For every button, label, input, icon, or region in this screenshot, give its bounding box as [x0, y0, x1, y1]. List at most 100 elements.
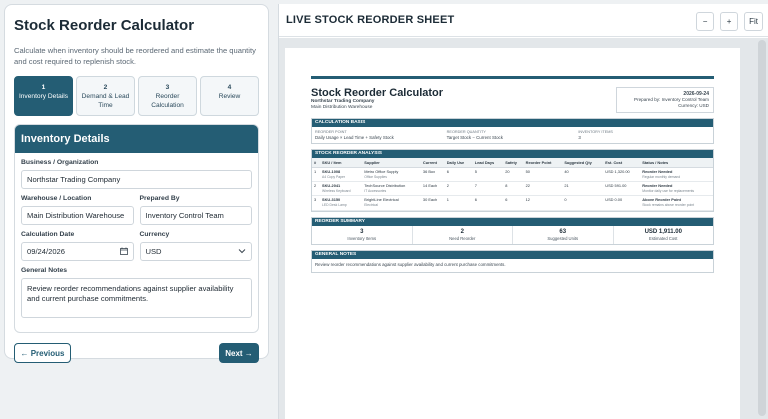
notes-field-group: General Notes Review reorder recommendat…	[21, 267, 252, 318]
reorder-sheet: Stock Reorder Calculator Northstar Tradi…	[285, 48, 740, 419]
sheet-title: Stock Reorder Calculator	[311, 87, 444, 99]
column-header: Reorder Point	[523, 158, 563, 168]
column-header: #	[312, 158, 321, 168]
step-tab-reorder-calculation[interactable]: 3 Reorder Calculation	[138, 76, 197, 116]
notes-textarea[interactable]: Review reorder recommendations against s…	[21, 278, 252, 318]
column-header: Est. Cost	[603, 158, 641, 168]
currency-select[interactable]: USD	[139, 242, 252, 261]
date-field-group: Calculation Date 09/24/2026	[21, 231, 134, 261]
preview-panel: LIVE STOCK REORDER SHEET − + Fit Stock R…	[278, 4, 768, 419]
section-heading: CALCULATION BASIS	[312, 119, 713, 127]
sheet-location: Main Distribution Warehouse	[311, 105, 373, 110]
step-tabs: 1 Inventory Details 2 Demand & Lead Time…	[14, 76, 259, 116]
app-root: Stock Reorder Calculator Calculate when …	[0, 0, 768, 419]
preview-scrollbar[interactable]	[758, 40, 766, 416]
column-header: Current	[420, 158, 445, 168]
step-tab-demand-lead-time[interactable]: 2 Demand & Lead Time	[76, 76, 135, 116]
preview-toolbar: LIVE STOCK REORDER SHEET	[279, 4, 768, 37]
step-label: Inventory Details	[18, 93, 69, 100]
business-label: Business / Organization	[21, 159, 99, 166]
business-input[interactable]: Northstar Trading Company	[21, 170, 252, 189]
step-number: 2	[103, 84, 108, 91]
inventory-details-card: Inventory Details Business / Organizatio…	[14, 124, 259, 333]
date-input[interactable]: 09/24/2026	[21, 242, 134, 261]
notes-label: General Notes	[21, 267, 68, 274]
warehouse-value: Main Distribution Warehouse	[27, 211, 125, 220]
card-title: Inventory Details	[15, 125, 258, 153]
table-row: 1 SKU-1008 A4 Copy Paper Metro Office Sup…	[312, 167, 713, 183]
summary-item: 2 Need Reorder	[413, 225, 513, 244]
column-header: Supplier	[362, 158, 421, 168]
table-row: 2 SKU-2041 Wireless Keyboard TechSource D…	[312, 181, 713, 197]
currency-field-group: Currency USD	[139, 231, 252, 261]
prepared-by-field-group: Prepared By Inventory Control Team	[139, 195, 252, 225]
calendar-icon[interactable]	[119, 247, 128, 257]
sheet-currency: Currency: USD	[678, 103, 709, 108]
business-value: Northstar Trading Company	[27, 175, 121, 184]
next-button[interactable]: Next →	[219, 343, 259, 363]
step-number: 1	[41, 84, 46, 91]
date-currency-row: Calculation Date 09/24/2026 Currency USD	[21, 231, 252, 261]
section-heading: GENERAL NOTES	[312, 250, 713, 259]
prepared-by-input[interactable]: Inventory Control Team	[139, 206, 252, 225]
general-notes-section: GENERAL NOTES Review reorder recommendat…	[311, 249, 714, 273]
basis-item: INVENTORY ITEMS 3	[578, 130, 613, 140]
sheet-meta-box: 2026-09-24 Prepared by: Inventory Contro…	[616, 87, 714, 113]
basis-item: REORDER POINT Daily Usage × Lead Time + S…	[315, 130, 394, 140]
calculation-basis-section: CALCULATION BASIS REORDER POINT Daily Usa…	[311, 118, 714, 144]
column-header: Suggested Qty	[562, 158, 604, 168]
sheet-header: Stock Reorder Calculator Northstar Tradi…	[311, 87, 714, 113]
analysis-table: # SKU / Item Supplier Current Daily Use …	[312, 158, 713, 211]
sheet-prepared: Prepared by: Inventory Control Team	[634, 97, 709, 102]
currency-value: USD	[145, 247, 162, 256]
sheet-top-bar	[311, 76, 714, 79]
table-header-row: # SKU / Item Supplier Current Daily Use …	[312, 158, 713, 168]
step-tab-inventory-details[interactable]: 1 Inventory Details	[14, 76, 73, 116]
preview-title: LIVE STOCK REORDER SHEET	[286, 14, 455, 26]
column-header: Status / Notes	[640, 158, 713, 168]
summary-item: USD 1,911.00 Estimated Cost	[644, 228, 682, 241]
column-header: Safety	[503, 158, 524, 168]
step-number: 3	[165, 84, 170, 91]
section-heading: REORDER SUMMARY	[312, 217, 713, 226]
chevron-down-icon	[238, 247, 246, 256]
app-description: Calculate when inventory should be reord…	[14, 46, 256, 66]
column-header: Lead Days	[472, 158, 504, 168]
currency-label: Currency	[139, 231, 170, 238]
app-title: Stock Reorder Calculator	[14, 17, 195, 34]
table-row: 3 SKU-3150 LED Desk Lamp BrightLine Elect…	[312, 195, 713, 211]
summary-row: 3 Inventory Items 2 Need Reorder 63 Suggest…	[312, 225, 713, 244]
step-label: Reorder Calculation	[151, 93, 184, 109]
summary-item: 3 Inventory Items	[312, 225, 413, 244]
date-label: Calculation Date	[21, 231, 75, 238]
date-value: 09/24/2026	[27, 247, 66, 256]
step-tab-review[interactable]: 4 Review	[200, 76, 259, 116]
warehouse-prepared-row: Warehouse / Location Main Distribution W…	[21, 195, 252, 225]
preview-canvas: Stock Reorder Calculator Northstar Tradi…	[279, 38, 768, 419]
reorder-summary-section: REORDER SUMMARY 3 Inventory Items 2 Need R…	[311, 216, 714, 245]
prepared-by-label: Prepared By	[139, 195, 180, 202]
notes-value: Review reorder recommendations against s…	[27, 284, 234, 303]
previous-button[interactable]: ← Previous	[14, 343, 71, 363]
zoom-out-button[interactable]: −	[696, 12, 715, 31]
summary-item: 63 Suggested Units	[513, 225, 614, 244]
section-heading: STOCK REORDER ANALYSIS	[312, 150, 713, 158]
warehouse-input[interactable]: Main Distribution Warehouse	[21, 206, 134, 225]
step-label: Review	[218, 93, 241, 100]
basis-row: REORDER POINT Daily Usage × Lead Time + S…	[312, 127, 713, 143]
zoom-in-button[interactable]: +	[720, 12, 739, 31]
form-panel: Stock Reorder Calculator Calculate when …	[4, 4, 269, 363]
basis-item: REORDER QUANTITY Target Stock − Current S…	[446, 130, 503, 140]
column-header: SKU / Item	[320, 158, 363, 168]
column-header: Daily Use	[444, 158, 473, 168]
stock-reorder-analysis-section: STOCK REORDER ANALYSIS # SKU / Item Supp…	[311, 149, 714, 212]
step-label: Demand & Lead Time	[81, 93, 130, 109]
prepared-by-value: Inventory Control Team	[145, 211, 224, 220]
step-navigation: ← Previous Next →	[14, 343, 259, 363]
sheet-header-left: Stock Reorder Calculator Northstar Tradi…	[311, 87, 443, 113]
step-number: 4	[227, 84, 232, 91]
general-notes-text: Review reorder recommendations against s…	[315, 261, 506, 267]
fit-button[interactable]: Fit	[744, 12, 763, 31]
zoom-controls: − + Fit	[696, 12, 763, 31]
card-body: Business / Organization Northstar Tradin…	[15, 153, 258, 332]
